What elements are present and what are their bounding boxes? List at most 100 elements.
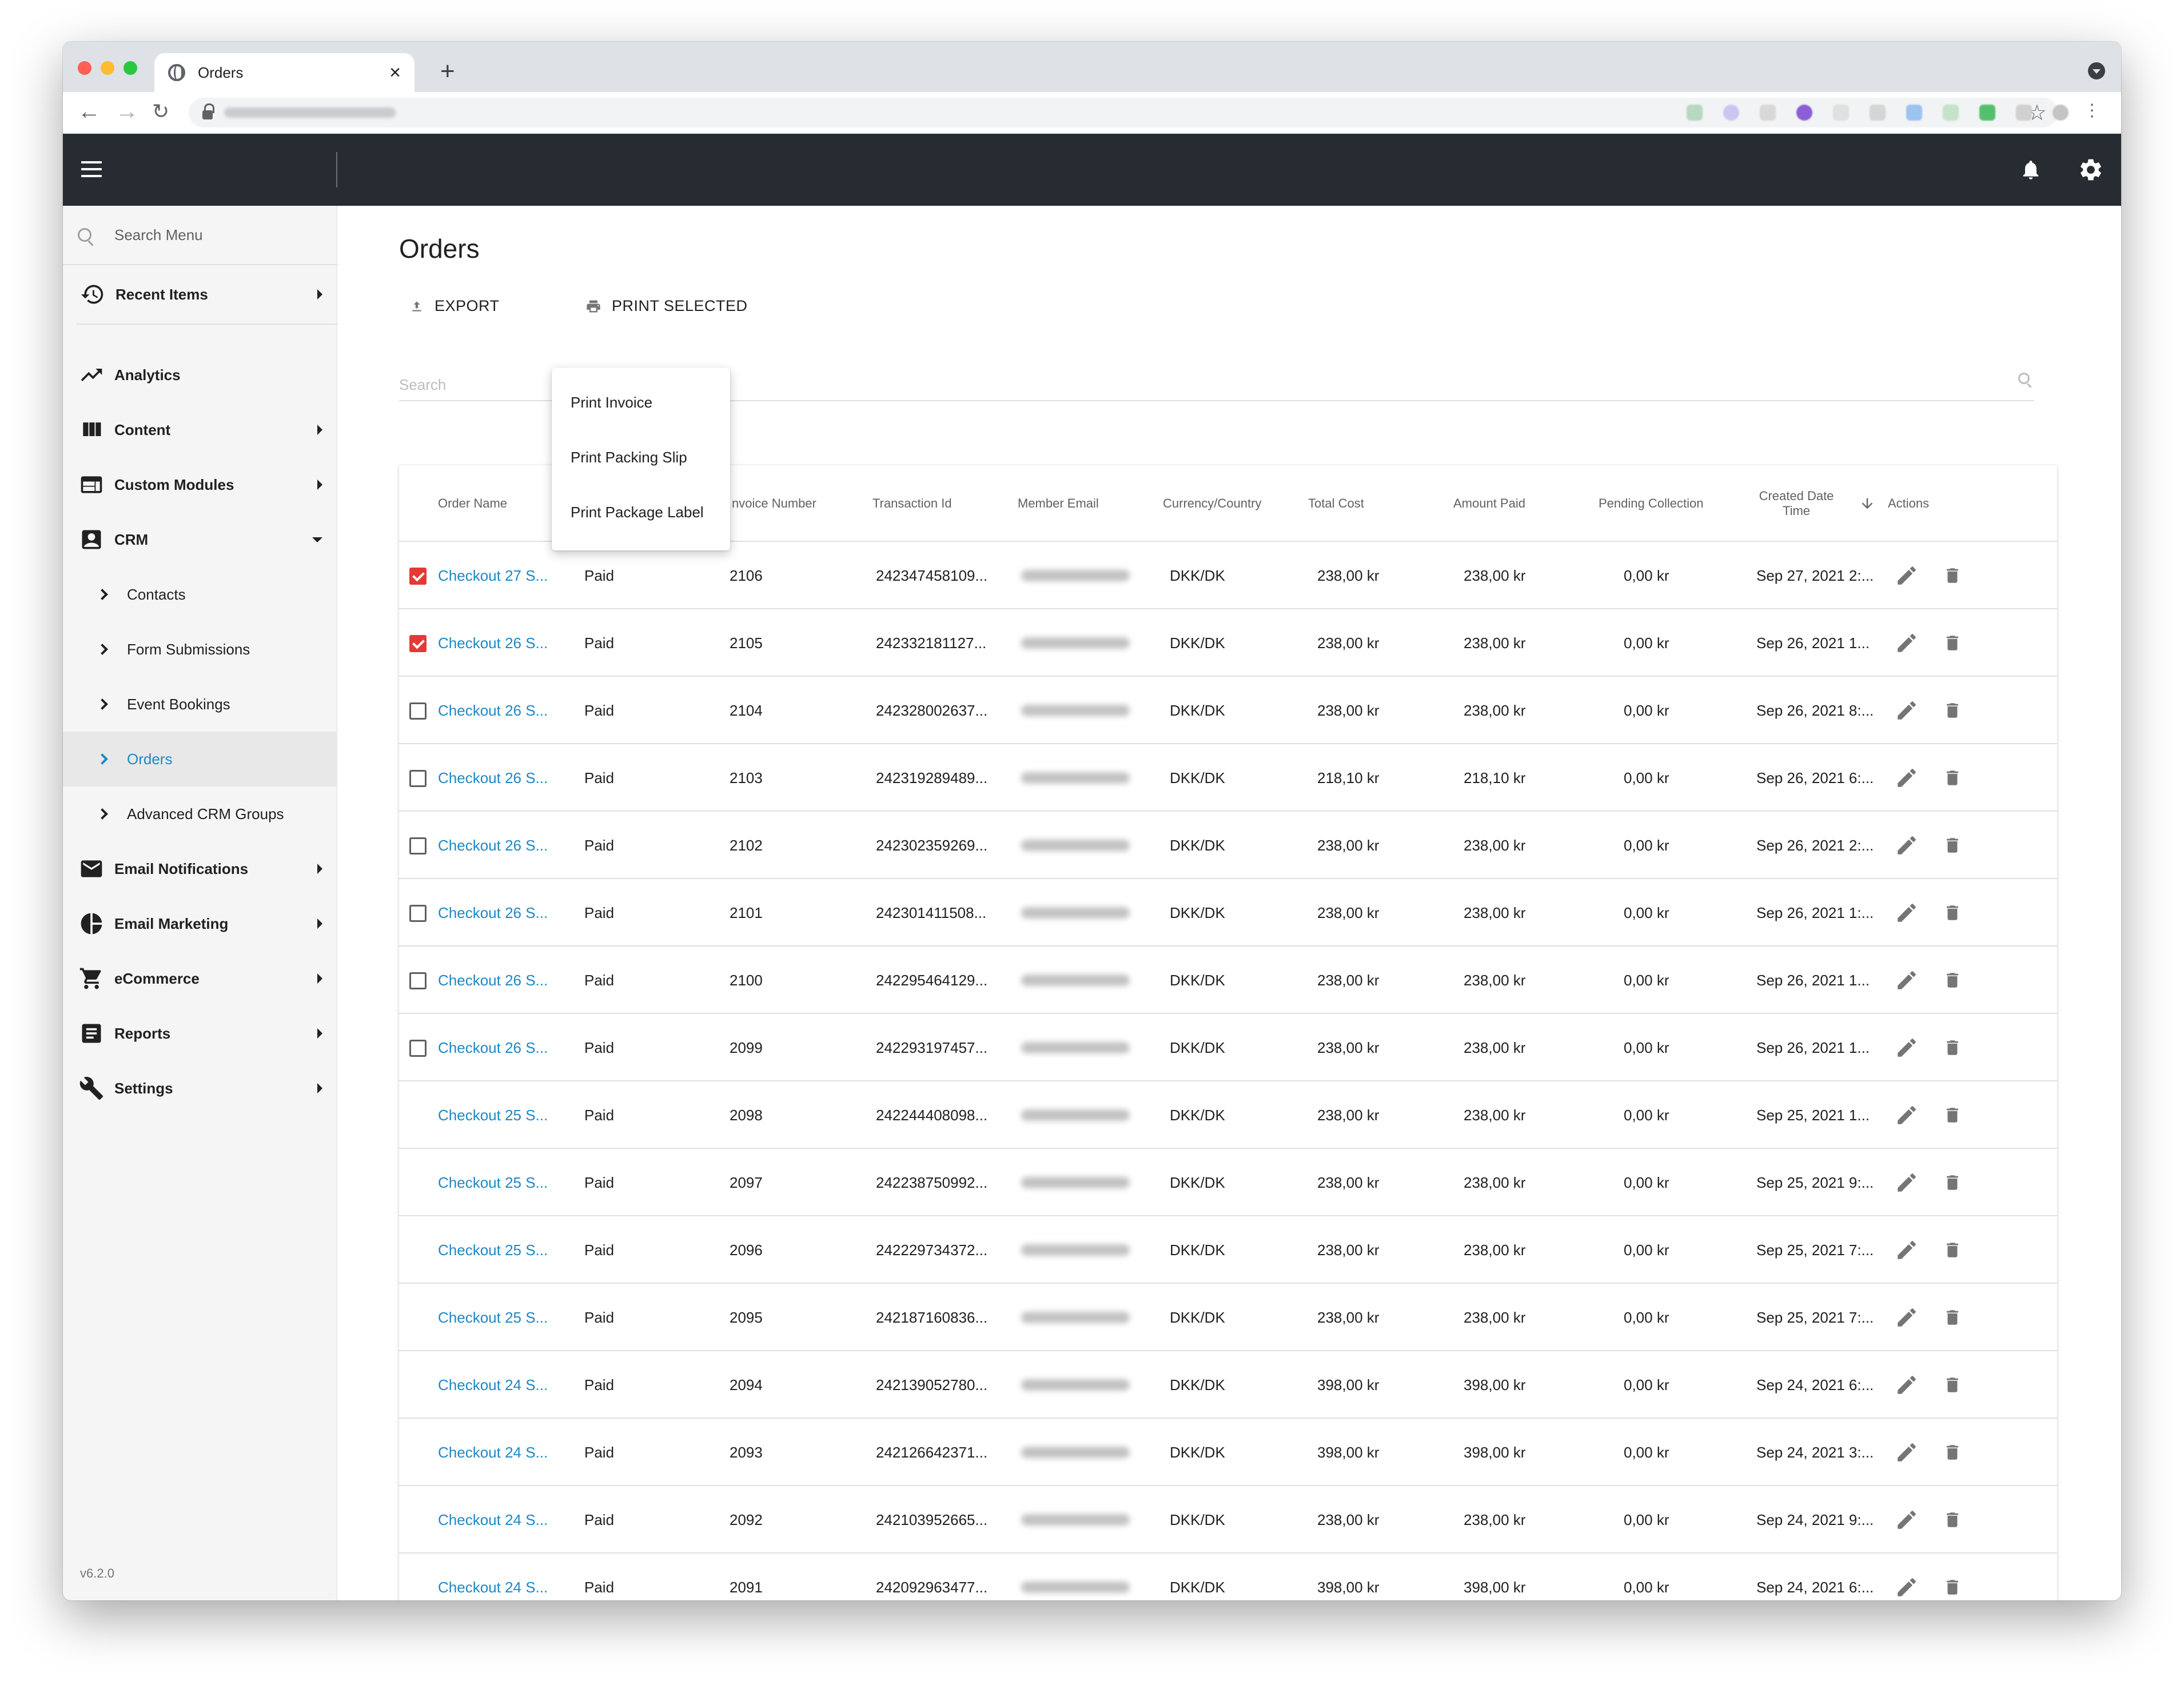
order-name-link[interactable]: Checkout 25 S... (438, 1149, 548, 1216)
edit-icon[interactable] (1895, 968, 1919, 992)
order-name-link[interactable]: Checkout 26 S... (438, 609, 548, 677)
table-row[interactable]: Checkout 26 S... Paid 2103 242319289489... D… (399, 744, 2057, 812)
delete-icon[interactable] (1943, 1238, 1962, 1262)
edit-icon[interactable] (1895, 901, 1919, 925)
column-header-pending[interactable]: Pending Collection (1599, 465, 1703, 542)
delete-icon[interactable] (1943, 1036, 1962, 1060)
minimize-window-button[interactable] (101, 61, 114, 75)
sidebar-subitem-contacts[interactable]: Contacts (63, 567, 337, 622)
order-name-link[interactable]: Checkout 26 S... (438, 879, 548, 947)
column-header-amount-paid[interactable]: Amount Paid (1453, 465, 1525, 542)
column-header-total-cost[interactable]: Total Cost (1308, 465, 1364, 542)
extension-icon[interactable] (1906, 105, 1922, 121)
extension-icon[interactable] (2016, 105, 2032, 121)
sidebar-item-reports[interactable]: Reports (63, 1006, 337, 1061)
sort-descending-icon[interactable] (1859, 465, 1875, 542)
table-row[interactable]: Checkout 25 S... Paid 2098 242244408098... D… (399, 1081, 2057, 1149)
menu-item-print-packing-slip[interactable]: Print Packing Slip (571, 449, 687, 466)
row-checkbox[interactable] (409, 837, 427, 855)
sidebar-item-analytics[interactable]: Analytics (63, 348, 337, 402)
sidebar-item-crm[interactable]: CRM (63, 512, 337, 567)
edit-icon[interactable] (1895, 833, 1919, 857)
table-row[interactable]: Checkout 26 S... Paid 2101 242301411508... D… (399, 879, 2057, 947)
address-bar[interactable]: ☆ (189, 98, 2058, 127)
menu-item-print-package-label[interactable]: Print Package Label (571, 504, 704, 521)
row-checkbox[interactable] (409, 702, 427, 720)
order-name-link[interactable]: Checkout 24 S... (438, 1486, 548, 1554)
row-checkbox[interactable] (409, 972, 427, 989)
extension-icon[interactable] (1687, 105, 1703, 121)
delete-icon[interactable] (1943, 1440, 1962, 1464)
edit-icon[interactable] (1895, 1305, 1919, 1329)
sidebar-subitem-event-bookings[interactable]: Event Bookings (63, 677, 337, 732)
sidebar-item-content[interactable]: Content (63, 402, 337, 457)
order-name-link[interactable]: Checkout 26 S... (438, 1014, 548, 1081)
order-name-link[interactable]: Checkout 26 S... (438, 677, 548, 744)
table-row[interactable]: Checkout 26 S... Paid 2100 242295464129... D… (399, 947, 2057, 1014)
table-row[interactable]: Checkout 24 S... Paid 2092 242103952665... D… (399, 1486, 2057, 1554)
hamburger-menu-icon[interactable] (81, 161, 102, 177)
order-name-link[interactable]: Checkout 26 S... (438, 812, 548, 879)
edit-icon[interactable] (1895, 631, 1919, 655)
sidebar-search-input[interactable]: Search Menu (63, 206, 337, 265)
row-checkbox[interactable] (409, 905, 427, 922)
table-row[interactable]: Checkout 24 S... Paid 2094 242139052780... D… (399, 1351, 2057, 1419)
column-header-currency[interactable]: Currency/Country (1163, 465, 1261, 542)
settings-gear-icon[interactable] (2078, 157, 2104, 183)
order-name-link[interactable]: Checkout 24 S... (438, 1351, 548, 1419)
extension-icon[interactable] (1833, 105, 1849, 121)
table-row[interactable]: Checkout 27 S... Paid 2106 242347458109... D… (399, 542, 2057, 609)
delete-icon[interactable] (1943, 901, 1962, 925)
extension-icon[interactable] (1796, 105, 1812, 121)
browser-tab[interactable]: Orders × (154, 53, 415, 92)
order-name-link[interactable]: Checkout 25 S... (438, 1216, 548, 1284)
browser-menu-icon[interactable]: ⋮ (2083, 102, 2101, 119)
delete-icon[interactable] (1943, 1171, 1962, 1195)
extension-icon[interactable] (1943, 105, 1959, 121)
reload-icon[interactable]: ↻ (152, 101, 169, 122)
table-row[interactable]: Checkout 24 S... Paid 2093 242126642371... D… (399, 1419, 2057, 1486)
profile-menu-icon[interactable] (2088, 62, 2105, 79)
extension-icon[interactable] (1723, 105, 1739, 121)
edit-icon[interactable] (1895, 1103, 1919, 1127)
extension-icon[interactable] (1870, 105, 1886, 121)
back-icon[interactable]: ← (78, 100, 101, 123)
delete-icon[interactable] (1943, 766, 1962, 790)
menu-item-print-invoice[interactable]: Print Invoice (571, 394, 652, 412)
order-name-link[interactable]: Checkout 24 S... (438, 1554, 548, 1600)
maximize-window-button[interactable] (123, 61, 137, 75)
row-checkbox[interactable] (409, 635, 427, 652)
delete-icon[interactable] (1943, 1103, 1962, 1127)
edit-icon[interactable] (1895, 1373, 1919, 1397)
sidebar-item-settings[interactable]: Settings (63, 1061, 337, 1116)
edit-icon[interactable] (1895, 1508, 1919, 1532)
delete-icon[interactable] (1943, 833, 1962, 857)
edit-icon[interactable] (1895, 564, 1919, 588)
delete-icon[interactable] (1943, 564, 1962, 588)
column-header-transaction-id[interactable]: Transaction Id (872, 465, 952, 542)
table-row[interactable]: Checkout 25 S... Paid 2097 242238750992... D… (399, 1149, 2057, 1216)
delete-icon[interactable] (1943, 1373, 1962, 1397)
edit-icon[interactable] (1895, 1238, 1919, 1262)
table-row[interactable]: Checkout 26 S... Paid 2105 242332181127... D… (399, 609, 2057, 677)
extension-icon[interactable] (1760, 105, 1776, 121)
edit-icon[interactable] (1895, 766, 1919, 790)
column-header-order-name[interactable]: Order Name (438, 465, 507, 542)
column-header-member-email[interactable]: Member Email (1018, 465, 1099, 542)
forward-icon[interactable]: → (115, 100, 138, 123)
delete-icon[interactable] (1943, 698, 1962, 722)
print-selected-button[interactable]: PRINT SELECTED (585, 297, 748, 315)
order-name-link[interactable]: Checkout 26 S... (438, 947, 548, 1014)
table-row[interactable]: Checkout 25 S... Paid 2095 242187160836... D… (399, 1284, 2057, 1351)
extension-icon[interactable] (2053, 105, 2069, 121)
table-row[interactable]: Checkout 26 S... Paid 2099 242293197457... D… (399, 1014, 2057, 1081)
table-row[interactable]: Checkout 26 S... Paid 2102 242302359269... D… (399, 812, 2057, 879)
new-tab-button[interactable]: + (440, 59, 455, 84)
delete-icon[interactable] (1943, 631, 1962, 655)
extension-icon[interactable] (1979, 105, 1995, 121)
edit-icon[interactable] (1895, 698, 1919, 722)
order-name-link[interactable]: Checkout 24 S... (438, 1419, 548, 1486)
edit-icon[interactable] (1895, 1440, 1919, 1464)
sidebar-item-ecommerce[interactable]: eCommerce (63, 951, 337, 1006)
order-name-link[interactable]: Checkout 27 S... (438, 542, 548, 609)
